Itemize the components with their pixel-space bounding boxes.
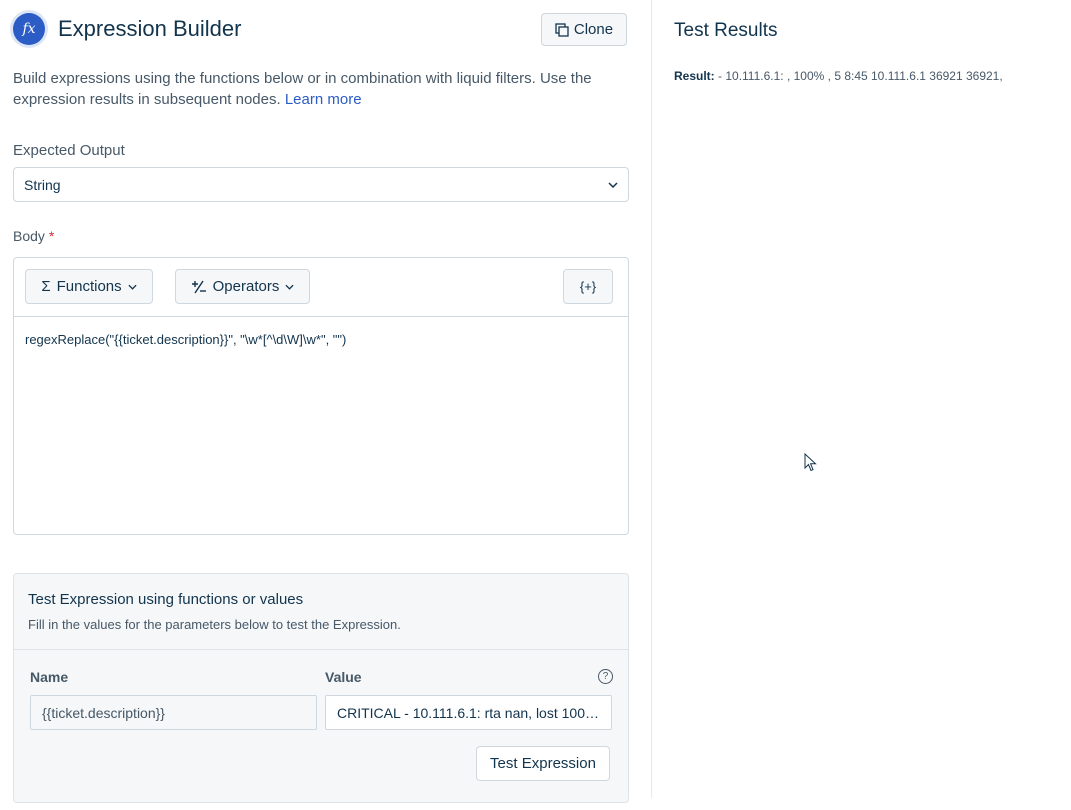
result-output: Result: - 10.111.6.1: , 100% , 5 8:45 10… xyxy=(674,69,1003,83)
required-mark: * xyxy=(48,228,55,244)
test-parameters-section: Name Value ? {{ticket.description}} CRIT… xyxy=(14,649,628,810)
fx-icon: fx xyxy=(10,10,48,48)
page-title: Expression Builder xyxy=(58,16,242,41)
test-results-panel: Test Results Result: - 10.111.6.1: , 100… xyxy=(652,0,1071,798)
param-value-field[interactable]: CRITICAL - 10.111.6.1: rta nan, lost 100… xyxy=(325,695,612,730)
param-name-field: {{ticket.description}} xyxy=(30,695,317,730)
chevron-down-icon xyxy=(285,284,294,290)
chevron-down-icon xyxy=(128,284,137,290)
result-label: Result: xyxy=(674,69,715,83)
result-value: - 10.111.6.1: , 100% , 5 8:45 10.111.6.1… xyxy=(718,69,1003,83)
expected-output-label: Expected Output xyxy=(13,142,125,159)
test-expression-button[interactable]: Test Expression xyxy=(476,746,610,781)
intro-text: Build expressions using the functions be… xyxy=(13,68,623,110)
operators-label: Operators xyxy=(212,278,280,295)
name-column-header: Name xyxy=(30,669,69,685)
plus-minus-icon xyxy=(191,280,206,293)
insert-placeholder-button[interactable]: {+} xyxy=(563,269,613,304)
help-icon[interactable]: ? xyxy=(598,669,613,684)
test-panel-title: Test Expression using functions or value… xyxy=(28,591,304,608)
expression-builder-panel: fx Expression Builder Clone Build expres… xyxy=(0,0,651,803)
operators-dropdown[interactable]: Operators xyxy=(175,269,310,304)
body-label: Body * xyxy=(13,228,55,244)
functions-dropdown[interactable]: Σ Functions xyxy=(25,269,153,304)
chevron-down-icon xyxy=(608,181,618,188)
clone-label: Clone xyxy=(573,21,614,38)
expected-output-value: String xyxy=(24,176,61,193)
functions-label: Functions xyxy=(56,278,122,295)
sigma-icon: Σ xyxy=(41,278,51,295)
test-panel-subtitle: Fill in the values for the parameters be… xyxy=(28,617,401,632)
results-title: Test Results xyxy=(674,20,778,41)
editor-toolbar: Σ Functions Operators {+} xyxy=(14,258,628,317)
copy-icon xyxy=(555,22,569,37)
expression-editor: Σ Functions Operators {+} regexReplace("… xyxy=(13,257,629,535)
mouse-cursor-icon xyxy=(804,453,817,472)
expected-output-select[interactable]: String xyxy=(13,167,629,202)
learn-more-link[interactable]: Learn more xyxy=(285,91,362,108)
expression-code[interactable]: regexReplace("{{ticket.description}}", "… xyxy=(25,332,346,347)
test-expression-panel: Test Expression using functions or value… xyxy=(13,573,629,803)
clone-button[interactable]: Clone xyxy=(541,13,627,46)
value-column-header: Value xyxy=(325,669,362,685)
